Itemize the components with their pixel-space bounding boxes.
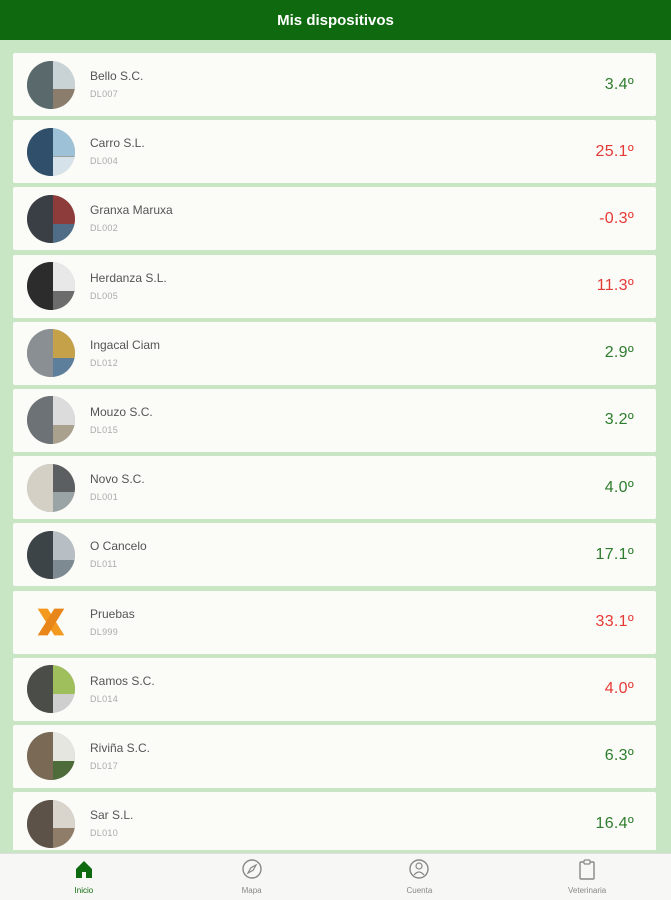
device-code: DL004 <box>90 156 119 167</box>
device-code: DL005 <box>90 290 119 301</box>
device-name: Pruebas <box>90 606 135 621</box>
device-avatar <box>27 396 75 445</box>
device-code: DL002 <box>90 223 119 234</box>
device-list-item[interactable]: Herdanza S.L. DL005 11.3º <box>13 254 656 318</box>
device-temperature: 6.3º <box>604 747 634 765</box>
device-avatar <box>27 60 75 109</box>
device-list-item[interactable]: Riviña S.C. DL017 6.3º <box>13 724 656 788</box>
device-name: Ramos S.C. <box>90 673 155 688</box>
device-info: Bello S.C. DL007 <box>90 68 605 101</box>
app-header: Mis dispositivos <box>0 0 671 40</box>
device-temperature: 11.3º <box>596 277 634 295</box>
device-name: Mouzo S.C. <box>90 404 153 419</box>
device-list-item[interactable]: Carro S.L. DL004 25.1º <box>13 120 656 184</box>
nav-label: Veterinaria <box>568 886 607 895</box>
device-info: Sar S.L. DL010 <box>90 807 596 840</box>
device-list-item[interactable]: Granxa Maruxa DL002 -0.3º <box>13 187 656 251</box>
device-code: DL015 <box>90 424 119 435</box>
bottom-nav: Inicio Mapa Cuenta Veterinaria <box>0 853 671 900</box>
device-name: Novo S.C. <box>90 472 145 487</box>
device-code: DL011 <box>90 559 118 570</box>
device-info: Ingacal Ciam DL012 <box>90 337 605 370</box>
device-list-item[interactable]: Bello S.C. DL007 3.4º <box>13 53 656 116</box>
device-list-item[interactable]: Ingacal Ciam DL012 2.9º <box>13 321 656 385</box>
device-list-item[interactable]: Ramos S.C. DL014 4.0º <box>13 657 656 721</box>
device-name: Ingacal Ciam <box>90 337 161 352</box>
device-code: DL999 <box>90 626 119 637</box>
device-list-item[interactable]: Mouzo S.C. DL015 3.2º <box>13 388 656 452</box>
device-avatar <box>27 732 75 781</box>
device-avatar <box>27 463 75 512</box>
device-avatar <box>27 262 75 311</box>
x-logo-icon <box>37 608 65 636</box>
nav-item-inicio[interactable]: Inicio <box>0 854 168 900</box>
device-list-item[interactable]: Sar S.L. DL010 16.4º <box>13 792 656 850</box>
nav-label: Cuenta <box>406 886 433 895</box>
nav-item-cuenta[interactable]: Cuenta <box>336 854 504 900</box>
nav-label: Mapa <box>241 886 262 895</box>
device-info: Pruebas DL999 <box>90 606 596 639</box>
device-avatar <box>27 799 75 848</box>
device-avatar <box>27 127 75 176</box>
home-icon <box>75 861 92 878</box>
device-name: Carro S.L. <box>90 136 145 151</box>
nav-label: Inicio <box>74 886 94 895</box>
device-temperature: 2.9º <box>604 344 634 362</box>
device-info: Riviña S.C. DL017 <box>90 740 605 773</box>
device-info: Ramos S.C. DL014 <box>90 673 605 706</box>
device-info: Novo S.C. DL001 <box>90 471 605 504</box>
clipboard-icon <box>579 859 595 880</box>
device-code: DL012 <box>90 357 119 368</box>
device-info: Granxa Maruxa DL002 <box>90 202 599 235</box>
device-info: Carro S.L. DL004 <box>90 135 596 168</box>
device-name: Granxa Maruxa <box>90 203 173 218</box>
device-info: Mouzo S.C. DL015 <box>90 404 605 437</box>
device-list-item[interactable]: O Cancelo DL011 17.1º <box>13 523 656 587</box>
device-avatar <box>27 329 75 378</box>
device-code: DL017 <box>90 760 119 771</box>
device-temperature: -0.3º <box>599 209 634 227</box>
device-info: O Cancelo DL011 <box>90 538 596 571</box>
device-list: Bello S.C. DL007 3.4º Carro S.L. DL004 2… <box>13 53 656 850</box>
device-temperature: 3.2º <box>604 411 634 429</box>
device-logo-icon <box>27 598 75 646</box>
device-code: DL001 <box>90 492 119 503</box>
device-list-item[interactable]: Pruebas DL999 33.1º <box>13 590 656 654</box>
device-name: Herdanza S.L. <box>90 270 167 285</box>
device-temperature: 25.1º <box>595 142 634 160</box>
device-avatar <box>27 530 75 579</box>
page-title: Mis dispositivos <box>277 11 394 29</box>
device-avatar <box>27 194 75 243</box>
device-name: Bello S.C. <box>90 69 144 83</box>
device-temperature: 4.0º <box>604 680 634 698</box>
device-code: DL014 <box>90 693 119 704</box>
device-code: DL007 <box>90 89 119 99</box>
device-info: Herdanza S.L. DL005 <box>90 270 597 303</box>
nav-item-mapa[interactable]: Mapa <box>168 854 336 900</box>
device-temperature: 4.0º <box>604 478 634 496</box>
device-name: Sar S.L. <box>90 808 134 823</box>
device-avatar <box>27 665 75 714</box>
device-temperature: 3.4º <box>604 75 634 93</box>
device-temperature: 33.1º <box>595 613 634 630</box>
device-name: O Cancelo <box>90 539 147 554</box>
device-name: Riviña S.C. <box>90 740 151 755</box>
compass-icon <box>241 859 262 879</box>
account-icon <box>409 859 430 879</box>
device-temperature: 17.1º <box>595 545 634 563</box>
device-code: DL010 <box>90 828 119 839</box>
device-temperature: 16.4º <box>595 814 634 832</box>
nav-item-veterinaria[interactable]: Veterinaria <box>503 854 671 900</box>
device-list-item[interactable]: Novo S.C. DL001 4.0º <box>13 456 656 520</box>
